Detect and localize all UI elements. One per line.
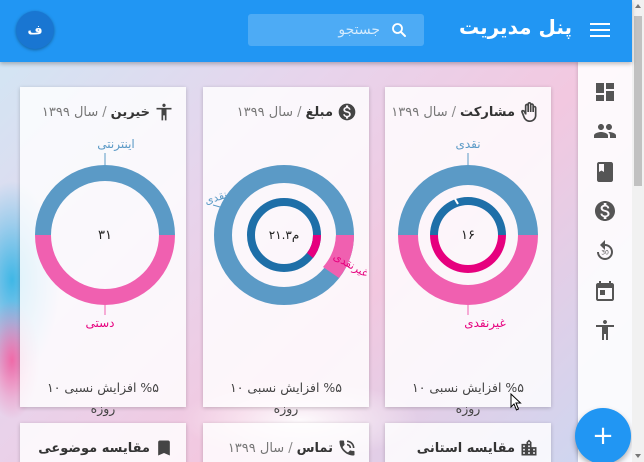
svg-text:30: 30 bbox=[601, 250, 609, 257]
people-icon[interactable] bbox=[593, 119, 617, 143]
calendar-icon[interactable] bbox=[593, 279, 617, 303]
menu-button[interactable] bbox=[588, 19, 612, 43]
footer-text: روزه bbox=[273, 401, 299, 416]
scrollbar[interactable] bbox=[632, 0, 644, 462]
donut-bottom-label: دستی bbox=[85, 316, 114, 330]
city-icon bbox=[519, 438, 539, 458]
footer-text: %۵ افزایش نسبی ۱۰ bbox=[46, 380, 159, 395]
bookmark-icon bbox=[154, 438, 174, 458]
card-contact: تماس / سال ۱۳۹۹ bbox=[203, 423, 369, 462]
card-period: سال ۱۳۹۹ bbox=[227, 440, 285, 456]
card-amount: مبلغ / سال ۱۳۹۹ ۲۱.۳م نقدی غیرنقدی %۵ اف… bbox=[203, 87, 369, 416]
search-box[interactable] bbox=[248, 14, 424, 46]
card-topic-comparison: مقایسه موضوعی bbox=[20, 423, 186, 462]
search-icon[interactable] bbox=[390, 21, 408, 39]
book-icon[interactable] bbox=[593, 160, 617, 184]
card-title: مقایسه استانی bbox=[416, 440, 515, 456]
donut-center-value: ۳۱ bbox=[98, 228, 112, 243]
donut-segment-bottom bbox=[35, 235, 175, 305]
card-title: مقایسه موضوعی bbox=[38, 440, 150, 456]
donut-center-value: ۱۶ bbox=[461, 228, 475, 243]
donut-top-label: نقدی bbox=[455, 137, 480, 151]
nav-rail: 30 bbox=[578, 62, 632, 462]
accessibility-icon[interactable] bbox=[593, 318, 617, 342]
donut-bottom-label: غیرنقدی bbox=[464, 316, 506, 331]
app-bar: پنل مدیریت ف bbox=[0, 0, 632, 62]
dashboard-icon[interactable] bbox=[593, 80, 617, 104]
card-header: مقایسه استانی bbox=[393, 437, 539, 459]
search-input[interactable] bbox=[256, 14, 380, 46]
scroll-down-icon[interactable] bbox=[635, 454, 641, 458]
donut-center-value: ۲۱.۳م bbox=[269, 228, 300, 242]
card-footer: %۵ افزایش نسبی ۱۰ روزه bbox=[211, 377, 361, 419]
card-header: مقایسه موضوعی bbox=[28, 437, 174, 459]
card-province-comparison: مقایسه استانی bbox=[385, 423, 551, 462]
scrollbar-thumb[interactable] bbox=[634, 16, 642, 186]
menu-icon bbox=[590, 23, 610, 25]
donut-chart: ۳۱ اینترنتی دستی bbox=[35, 137, 175, 330]
donut-chart: ۲۱.۳م نقدی غیرنقدی bbox=[203, 165, 369, 305]
footer-text: روزه bbox=[90, 401, 116, 416]
mouse-cursor-icon bbox=[510, 393, 522, 411]
donut-top-label: اینترنتی bbox=[97, 137, 135, 152]
donut-segment-top bbox=[35, 165, 175, 235]
card-title: تماس bbox=[296, 440, 333, 456]
card-header: تماس / سال ۱۳۹۹ bbox=[211, 437, 357, 459]
scroll-up-icon[interactable] bbox=[635, 4, 641, 8]
app-title: پنل مدیریت bbox=[458, 15, 572, 39]
card-participation: مشارکت / سال ۱۳۹۹ ۱۶ نقدی غیرنقدی %۵ افز… bbox=[385, 87, 551, 416]
donut-chart: ۱۶ نقدی غیرنقدی bbox=[398, 137, 538, 331]
card-donors: خیرین / سال ۱۳۹۹ ۳۱ اینترنتی دستی %۵ افز… bbox=[20, 87, 186, 416]
add-button[interactable]: + bbox=[575, 408, 631, 462]
card-footer: %۵ افزایش نسبی ۱۰ روزه bbox=[28, 377, 178, 419]
dollar-icon[interactable] bbox=[593, 199, 617, 223]
avatar[interactable]: ف bbox=[16, 11, 54, 49]
footer-text: %۵ افزایش نسبی ۱۰ bbox=[229, 380, 342, 395]
donut-segment-inner-pink bbox=[307, 235, 321, 258]
phone-icon bbox=[337, 438, 357, 458]
replay-30-icon[interactable]: 30 bbox=[593, 239, 617, 263]
